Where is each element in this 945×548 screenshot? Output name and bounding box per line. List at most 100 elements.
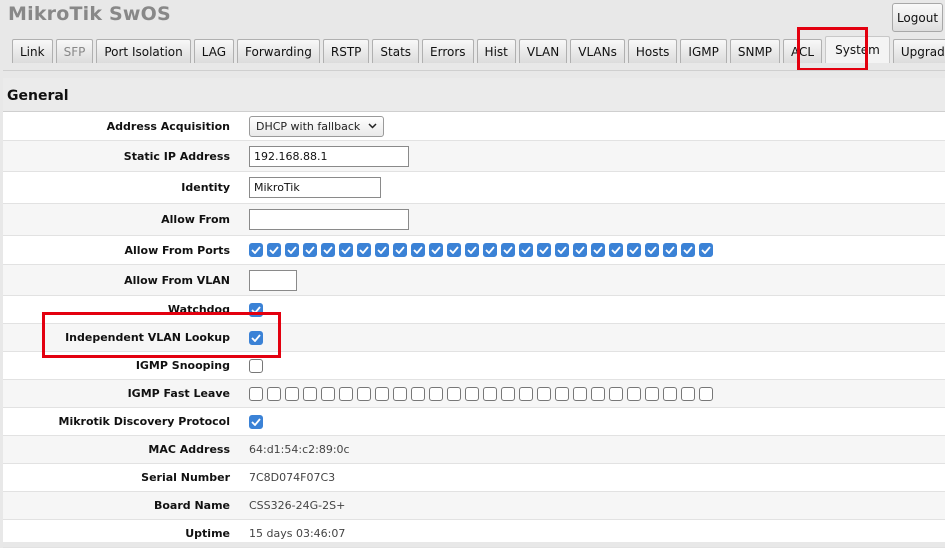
tab-forwarding[interactable]: Forwarding	[237, 39, 320, 63]
tab-rstp[interactable]: RSTP	[322, 39, 370, 63]
igmp-fast-leave-port-checkbox-26[interactable]	[699, 386, 713, 401]
tab-sfp[interactable]: SFP	[55, 39, 94, 63]
row-uptime: Uptime 15 days 03:46:07	[3, 520, 945, 548]
igmp-fast-leave-port-checkbox-1[interactable]	[249, 386, 263, 401]
igmp-fast-leave-port-checkbox-15[interactable]	[501, 386, 515, 401]
allow-from-port-checkbox-12[interactable]	[447, 243, 461, 257]
igmp-fast-leave-port-checkbox-4[interactable]	[303, 386, 317, 401]
allow-from-port-checkbox-23[interactable]	[645, 243, 659, 257]
allow-from-port-checkbox-7[interactable]	[357, 243, 371, 257]
igmp-fast-leave-port-checkbox-14[interactable]	[483, 386, 497, 401]
igmp-fast-leave-port-checkbox-22[interactable]	[627, 386, 641, 401]
allow-from-port-checkbox-20[interactable]	[591, 243, 605, 257]
igmp-fast-leave-port-checkbox-24[interactable]	[663, 386, 677, 401]
igmp-fast-leave-port-checkbox-25[interactable]	[681, 386, 695, 401]
igmp-fast-leave-port-checkbox-23[interactable]	[645, 386, 659, 401]
allow-from-port-checkbox-24[interactable]	[663, 243, 677, 257]
mikrotik-discovery-label: Mikrotik Discovery Protocol	[58, 415, 230, 428]
tab-errors[interactable]: Errors	[422, 39, 474, 63]
igmp-fast-leave-port-checkbox-6[interactable]	[339, 386, 353, 401]
static-ip-input[interactable]	[249, 145, 409, 167]
allow-from-port-checkbox-25[interactable]	[681, 243, 695, 257]
tab-system[interactable]: System	[825, 36, 890, 63]
tab-vlans[interactable]: VLANs	[570, 39, 625, 63]
allow-from-port-checkbox-21[interactable]	[609, 243, 623, 257]
tab-lag[interactable]: LAG	[193, 39, 235, 63]
igmp-fast-leave-port-checkbox-5[interactable]	[321, 386, 335, 401]
allow-from-vlan-input[interactable]	[249, 269, 297, 291]
igmp-fast-leave-port-checkbox-19[interactable]	[573, 386, 587, 401]
igmp-fast-leave-port-checkbox-2[interactable]	[267, 386, 281, 401]
allow-from-port-checkbox-10[interactable]	[411, 243, 425, 257]
static-ip-value	[230, 145, 409, 167]
allow-from-port-checkbox-9[interactable]	[393, 243, 407, 257]
independent-vlan-lookup-checkbox[interactable]	[249, 330, 263, 345]
watchdog-label: Watchdog	[167, 303, 230, 316]
allow-from-port-checkbox-18[interactable]	[555, 243, 569, 257]
allow-from-port-checkbox-26[interactable]	[699, 243, 713, 257]
tab-stats[interactable]: Stats	[372, 39, 420, 63]
watchdog-checkbox[interactable]	[249, 302, 263, 317]
igmp-fast-leave-port-checkbox-13[interactable]	[465, 386, 479, 401]
tab-igmp[interactable]: IGMP	[680, 39, 727, 63]
tab-upgrade[interactable]: Upgrade	[892, 39, 945, 63]
igmp-fast-leave-label: IGMP Fast Leave	[127, 387, 230, 400]
igmp-fast-leave-port-checkbox-21[interactable]	[609, 386, 623, 401]
tab-port-isolation[interactable]: Port Isolation	[96, 39, 191, 63]
mikrotik-discovery-checkbox[interactable]	[249, 414, 263, 429]
igmp-fast-leave-port-checkbox-20[interactable]	[591, 386, 605, 401]
serial-number-value-cell: 7C8D074F07C3	[230, 471, 335, 484]
allow-from-input[interactable]	[249, 209, 409, 230]
row-mac-address: MAC Address 64:d1:54:c2:89:0c	[3, 436, 945, 464]
igmp-fast-leave-port-checkbox-8[interactable]	[375, 386, 389, 401]
igmp-fast-leave-port-checkbox-16[interactable]	[519, 386, 533, 401]
row-allow-from-ports: Allow From Ports	[3, 236, 945, 265]
independent-vlan-lookup-value	[230, 330, 267, 345]
igmp-fast-leave-port-checkbox-17[interactable]	[537, 386, 551, 401]
tab-acl[interactable]: ACL	[783, 39, 823, 63]
row-static-ip: Static IP Address	[3, 141, 945, 172]
allow-from-port-checkbox-14[interactable]	[483, 243, 497, 257]
tab-hosts[interactable]: Hosts	[627, 39, 678, 63]
tab-snmp[interactable]: SNMP	[729, 39, 781, 63]
allow-from-ports-label: Allow From Ports	[124, 243, 230, 257]
allow-from-ports-value	[230, 243, 717, 257]
allow-from-port-checkbox-1[interactable]	[249, 243, 263, 257]
igmp-fast-leave-port-checkbox-7[interactable]	[357, 386, 371, 401]
igmp-snooping-checkbox[interactable]	[249, 358, 263, 373]
tab-hist[interactable]: Hist	[476, 39, 516, 63]
allow-from-port-checkbox-22[interactable]	[627, 243, 641, 257]
igmp-fast-leave-port-checkbox-3[interactable]	[285, 386, 299, 401]
address-acquisition-select[interactable]: DHCP with fallback	[249, 115, 385, 137]
allow-from-port-checkbox-8[interactable]	[375, 243, 389, 257]
allow-from-port-checkbox-15[interactable]	[501, 243, 515, 257]
allow-from-port-checkbox-17[interactable]	[537, 243, 551, 257]
allow-from-port-checkbox-3[interactable]	[285, 243, 299, 257]
mac-address-value-cell: 64:d1:54:c2:89:0c	[230, 443, 350, 456]
allow-from-port-checkbox-11[interactable]	[429, 243, 443, 257]
allow-from-port-checkbox-16[interactable]	[519, 243, 533, 257]
allow-from-port-checkbox-2[interactable]	[267, 243, 281, 257]
board-name-value: CSS326-24G-2S+	[249, 499, 346, 512]
allow-from-port-checkbox-6[interactable]	[339, 243, 353, 257]
allow-from-port-checkbox-13[interactable]	[465, 243, 479, 257]
row-independent-vlan-lookup: Independent VLAN Lookup	[3, 324, 945, 352]
serial-number-label: Serial Number	[141, 471, 230, 484]
igmp-fast-leave-port-checkbox-12[interactable]	[447, 386, 461, 401]
row-address-acquisition: Address Acquisition DHCP with fallback	[3, 112, 945, 141]
logout-button[interactable]: Logout	[892, 3, 943, 32]
igmp-fast-leave-port-checkbox-9[interactable]	[393, 386, 407, 401]
chevron-down-icon	[368, 123, 377, 129]
igmp-fast-leave-port-checkbox-18[interactable]	[555, 386, 569, 401]
allow-from-port-checkbox-5[interactable]	[321, 243, 335, 257]
address-acquisition-label: Address Acquisition	[106, 119, 230, 133]
tab-vlan[interactable]: VLAN	[518, 39, 568, 63]
identity-input[interactable]	[249, 177, 381, 198]
tab-link[interactable]: Link	[12, 39, 53, 63]
allow-from-port-checkbox-4[interactable]	[303, 243, 317, 257]
igmp-fast-leave-port-checkbox-11[interactable]	[429, 386, 443, 401]
igmp-snooping-label: IGMP Snooping	[135, 359, 230, 372]
igmp-fast-leave-port-checkbox-10[interactable]	[411, 386, 425, 401]
tab-bar: Link SFP Port Isolation LAG Forwarding RSTP St…	[12, 36, 945, 63]
allow-from-port-checkbox-19[interactable]	[573, 243, 587, 257]
